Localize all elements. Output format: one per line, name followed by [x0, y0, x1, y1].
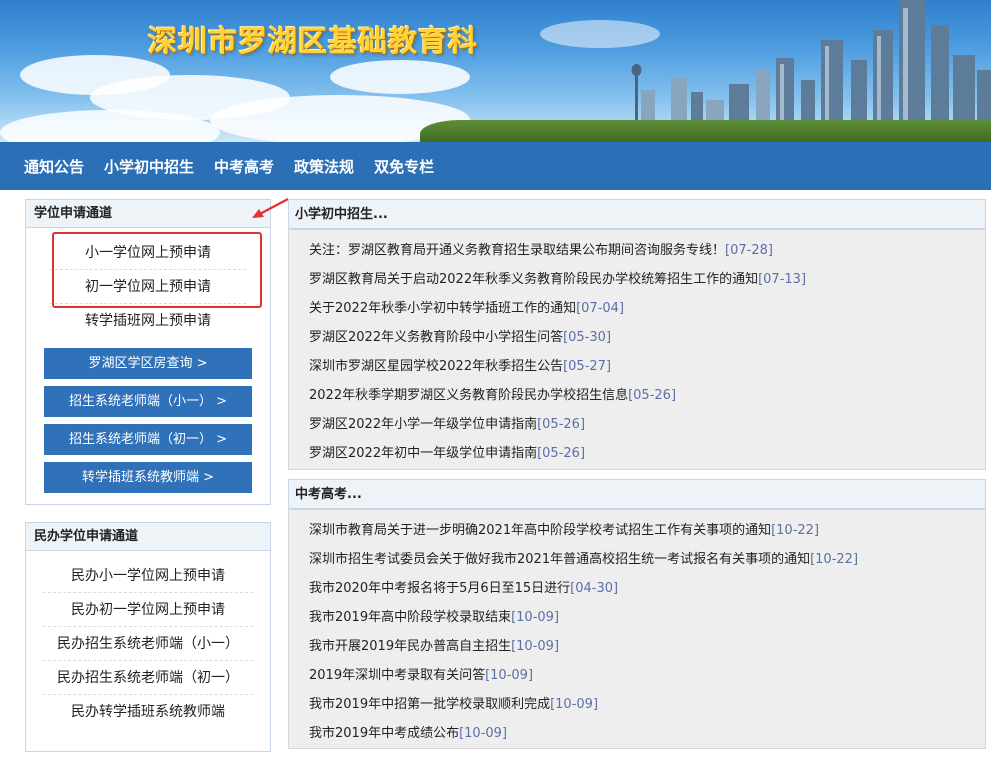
annotation-arrow-icon: [252, 198, 289, 218]
news-title[interactable]: 2022年秋季学期罗湖区义务教育阶段民办学校招生信息: [309, 388, 628, 403]
private-apply-channel-panel: 民办学位申请通道 民办小一学位网上预申请 民办初一学位网上预申请 民办招生系统老…: [25, 522, 271, 752]
news-date: [05-26]: [537, 446, 586, 461]
teacher-portal-grade7-button[interactable]: 招生系统老师端（初一） >: [44, 424, 252, 455]
news-title[interactable]: 罗湖区教育局关于启动2022年秋季义务教育阶段民办学校统筹招生工作的通知: [309, 272, 758, 287]
news-date: [10-09]: [459, 726, 508, 741]
news-date: [10-22]: [810, 552, 859, 567]
trees-decoration: [420, 120, 991, 142]
news-item[interactable]: 罗湖区教育局关于启动2022年秋季义务教育阶段民办学校统筹招生工作的通知[07-…: [309, 265, 985, 294]
enrollment-section-title[interactable]: 小学初中招生...: [288, 199, 986, 229]
news-date: [05-26]: [628, 388, 677, 403]
news-item[interactable]: 关注：罗湖区教育局开通义务教育招生录取结果公布期间咨询服务专线！[07-28]: [309, 236, 985, 265]
news-item[interactable]: 我市2019年高中阶段学校录取结束[10-09]: [309, 603, 985, 632]
news-item[interactable]: 2022年秋季学期罗湖区义务教育阶段民办学校招生信息[05-26]: [309, 381, 985, 410]
news-item[interactable]: 深圳市招生考试委员会关于做好我市2021年普通高校招生统一考试报名有关事项的通知…: [309, 545, 985, 574]
site-title: 深圳市罗湖区基础教育科: [148, 24, 479, 58]
news-item[interactable]: 我市2019年中招第一批学校录取顺利完成[10-09]: [309, 690, 985, 719]
main-nav: 通知公告 小学初中招生 中考高考 政策法规 双免专栏: [0, 142, 991, 190]
news-title[interactable]: 2019年深圳中考录取有关问答: [309, 668, 485, 683]
news-item[interactable]: 2019年深圳中考录取有关问答[10-09]: [309, 661, 985, 690]
news-date: [07-04]: [576, 301, 625, 316]
panel-title: 学位申请通道: [26, 200, 270, 228]
news-date: [05-27]: [563, 359, 612, 374]
news-date: [10-22]: [771, 523, 820, 538]
news-date: [10-09]: [511, 610, 560, 625]
nav-exams[interactable]: 中考高考: [204, 156, 284, 177]
news-title[interactable]: 罗湖区2022年小学一年级学位申请指南: [309, 417, 537, 432]
news-item[interactable]: 我市2020年中考报名将于5月6日至15日进行[04-30]: [309, 574, 985, 603]
news-item[interactable]: 深圳市罗湖区星园学校2022年秋季招生公告[05-27]: [309, 352, 985, 381]
news-title[interactable]: 我市2020年中考报名将于5月6日至15日进行: [309, 581, 570, 596]
nav-special-column[interactable]: 双免专栏: [364, 156, 444, 177]
enrollment-news-list: 关注：罗湖区教育局开通义务教育招生录取结果公布期间咨询服务专线！[07-28] …: [288, 229, 986, 470]
news-item[interactable]: 我市2019年中考成绩公布[10-09]: [309, 719, 985, 748]
news-date: [04-30]: [570, 581, 619, 596]
news-title[interactable]: 我市2019年高中阶段学校录取结束: [309, 610, 511, 625]
exams-news-list: 深圳市教育局关于进一步明确2021年高中阶段学校考试招生工作有关事项的通知[10…: [288, 509, 986, 749]
news-title[interactable]: 罗湖区2022年义务教育阶段中小学招生问答: [309, 330, 563, 345]
news-title[interactable]: 关注：罗湖区教育局开通义务教育招生录取结果公布期间咨询服务专线！: [309, 243, 725, 258]
news-item[interactable]: 罗湖区2022年小学一年级学位申请指南[05-26]: [309, 410, 985, 439]
nav-enrollment[interactable]: 小学初中招生: [94, 156, 204, 177]
private-grade7-preapply-link[interactable]: 民办初一学位网上预申请: [43, 593, 253, 627]
news-title[interactable]: 深圳市罗湖区星园学校2022年秋季招生公告: [309, 359, 563, 374]
private-transfer-teacher-portal-link[interactable]: 民办转学插班系统教师端: [43, 695, 253, 729]
news-item[interactable]: 深圳市教育局关于进一步明确2021年高中阶段学校考试招生工作有关事项的通知[10…: [309, 516, 985, 545]
panel-title: 民办学位申请通道: [26, 523, 270, 551]
private-teacher-portal-grade7-link[interactable]: 民办招生系统老师端（初一）: [43, 661, 253, 695]
school-district-query-button[interactable]: 罗湖区学区房查询 >: [44, 348, 252, 379]
news-title[interactable]: 我市开展2019年民办普高自主招生: [309, 639, 511, 654]
news-date: [05-30]: [563, 330, 612, 345]
transfer-preapply-link[interactable]: 转学插班网上预申请: [50, 304, 246, 338]
news-date: [05-26]: [537, 417, 586, 432]
teacher-portal-grade1-button[interactable]: 招生系统老师端（小一） >: [44, 386, 252, 417]
private-teacher-portal-grade1-link[interactable]: 民办招生系统老师端（小一）: [43, 627, 253, 661]
news-date: [07-13]: [758, 272, 807, 287]
news-date: [10-09]: [485, 668, 534, 683]
news-item[interactable]: 我市开展2019年民办普高自主招生[10-09]: [309, 632, 985, 661]
annotation-highlight-box: [52, 232, 262, 308]
news-date: [07-28]: [725, 243, 773, 258]
news-item[interactable]: 关于2022年秋季小学初中转学插班工作的通知[07-04]: [309, 294, 985, 323]
exams-section-title[interactable]: 中考高考...: [288, 479, 986, 509]
cloud-decoration: [330, 60, 470, 94]
news-title[interactable]: 罗湖区2022年初中一年级学位申请指南: [309, 446, 537, 461]
nav-policies[interactable]: 政策法规: [284, 156, 364, 177]
private-grade1-preapply-link[interactable]: 民办小一学位网上预申请: [43, 559, 253, 593]
news-title[interactable]: 我市2019年中考成绩公布: [309, 726, 459, 741]
news-date: [10-09]: [511, 639, 560, 654]
header-banner: 深圳市罗湖区基础教育科: [0, 0, 991, 142]
news-title[interactable]: 关于2022年秋季小学初中转学插班工作的通知: [309, 301, 576, 316]
news-item[interactable]: 罗湖区2022年初中一年级学位申请指南[05-26]: [309, 439, 985, 468]
news-item[interactable]: 罗湖区2022年义务教育阶段中小学招生问答[05-30]: [309, 323, 985, 352]
news-title[interactable]: 深圳市招生考试委员会关于做好我市2021年普通高校招生统一考试报名有关事项的通知: [309, 552, 810, 567]
transfer-teacher-portal-button[interactable]: 转学插班系统教师端 >: [44, 462, 252, 493]
news-title[interactable]: 深圳市教育局关于进一步明确2021年高中阶段学校考试招生工作有关事项的通知: [309, 523, 771, 538]
news-date: [10-09]: [550, 697, 599, 712]
news-title[interactable]: 我市2019年中招第一批学校录取顺利完成: [309, 697, 550, 712]
nav-notices[interactable]: 通知公告: [14, 156, 94, 177]
